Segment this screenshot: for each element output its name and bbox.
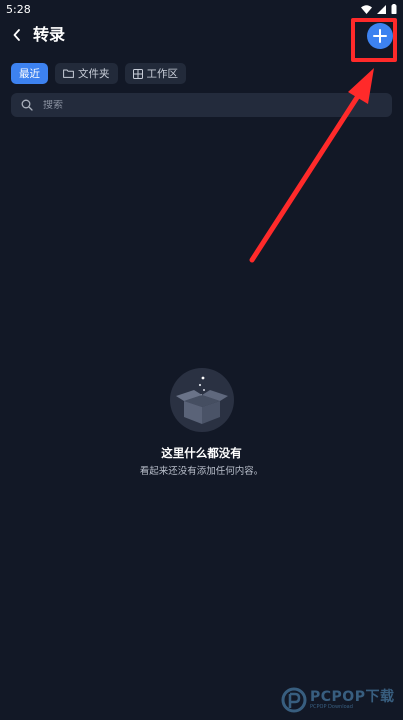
tab-label: 工作区 xyxy=(146,68,179,80)
chevron-left-icon xyxy=(13,29,20,41)
pcpop-logo-icon xyxy=(281,687,307,713)
watermark: PCPOP下载 PCPOP Download xyxy=(281,684,399,716)
filter-tabs: 最近 文件夹 工作区 xyxy=(11,63,186,84)
tab-label: 最近 xyxy=(19,68,40,80)
app-header: 转录 xyxy=(0,18,403,54)
tab-folders[interactable]: 文件夹 xyxy=(55,63,118,84)
search-icon xyxy=(21,99,33,111)
battery-icon xyxy=(391,4,397,14)
status-time: 5:28 xyxy=(6,2,31,16)
empty-state-title: 这里什么都没有 xyxy=(161,446,242,460)
back-button[interactable] xyxy=(6,24,28,46)
wifi-icon xyxy=(361,4,372,14)
tab-workspace[interactable]: 工作区 xyxy=(124,63,186,84)
empty-state-subtitle: 看起来还没有添加任何内容。 xyxy=(139,466,264,477)
tab-label: 文件夹 xyxy=(78,68,110,80)
signal-icon xyxy=(377,4,386,14)
search-input[interactable] xyxy=(43,99,343,111)
empty-box-icon xyxy=(170,368,234,432)
folder-icon xyxy=(63,69,74,78)
plus-icon xyxy=(373,29,387,43)
grid-icon xyxy=(132,68,143,79)
watermark-text: PCPOP下载 xyxy=(310,689,395,705)
status-bar: 5:28 xyxy=(0,0,403,18)
page-title: 转录 xyxy=(33,25,66,44)
add-button[interactable] xyxy=(367,23,393,49)
search-bar[interactable] xyxy=(11,93,392,117)
tab-recent[interactable]: 最近 xyxy=(11,63,48,84)
status-icons xyxy=(361,4,397,14)
